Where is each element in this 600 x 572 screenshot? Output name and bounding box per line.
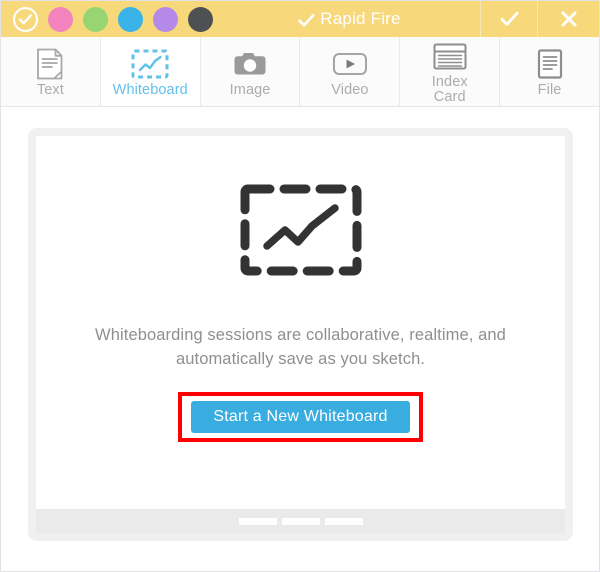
tab-image[interactable]: Image [200,37,301,106]
confirm-button[interactable] [480,1,537,37]
tab-index-card[interactable]: Index Card [400,37,501,106]
tabbar: Text Whiteboard Image Video Index Card F… [1,37,599,107]
check-icon [500,11,518,26]
tab-label: Video [331,82,369,98]
tab-label-line2: Card [433,89,466,105]
camera-icon [233,48,267,80]
description-line-1: Whiteboarding sessions are collaborative… [95,326,506,344]
tab-label: Whiteboard [112,82,188,98]
pagination-bar[interactable] [324,517,363,525]
panel-footer-pagination [36,509,565,533]
window-title: Rapid Fire [235,1,464,37]
close-button[interactable] [537,1,599,37]
tab-label: File [537,82,562,98]
titlebar: Rapid Fire [1,1,599,37]
color-dot-group [1,1,251,37]
description-line-2: automatically save as you sketch. [175,350,426,368]
whiteboard-panel-body: Whiteboarding sessions are collaborative… [36,136,565,509]
index-card-icon [433,40,467,72]
tab-label: Text [36,82,64,98]
app-window: Rapid Fire Text Whiteboard Image Video I… [0,0,600,572]
tab-whiteboard[interactable]: Whiteboard [100,37,201,106]
pagination-bar[interactable] [281,517,320,525]
dashed-chart-icon [240,184,362,281]
cta-wrapper: Start a New Whiteboard [178,392,423,442]
check-icon [298,13,315,28]
color-dot-gray[interactable] [188,6,213,32]
whiteboard-chart-icon [131,48,169,80]
window-title-text: Rapid Fire [320,9,401,28]
whiteboard-panel: Whiteboarding sessions are collaborative… [28,128,573,541]
tab-label: Image [229,82,271,98]
file-lines-icon [537,48,563,80]
check-circle-icon[interactable] [13,6,38,32]
close-icon [561,11,576,27]
tab-video[interactable]: Video [300,37,401,106]
content-area: Whiteboarding sessions are collaborative… [1,107,599,571]
color-dot-pink[interactable] [48,6,73,32]
color-dot-blue[interactable] [118,6,143,32]
tab-label: Index [431,74,468,90]
start-new-whiteboard-button[interactable]: Start a New Whiteboard [191,401,410,433]
document-text-icon [36,48,64,80]
video-play-icon [332,48,368,80]
color-dot-green[interactable] [83,6,108,32]
pagination-bar[interactable] [238,517,277,525]
tab-file[interactable]: File [500,37,599,106]
tab-text[interactable]: Text [1,37,101,106]
color-dot-purple[interactable] [153,6,178,32]
whiteboard-description: Whiteboarding sessions are collaborative… [86,323,516,371]
